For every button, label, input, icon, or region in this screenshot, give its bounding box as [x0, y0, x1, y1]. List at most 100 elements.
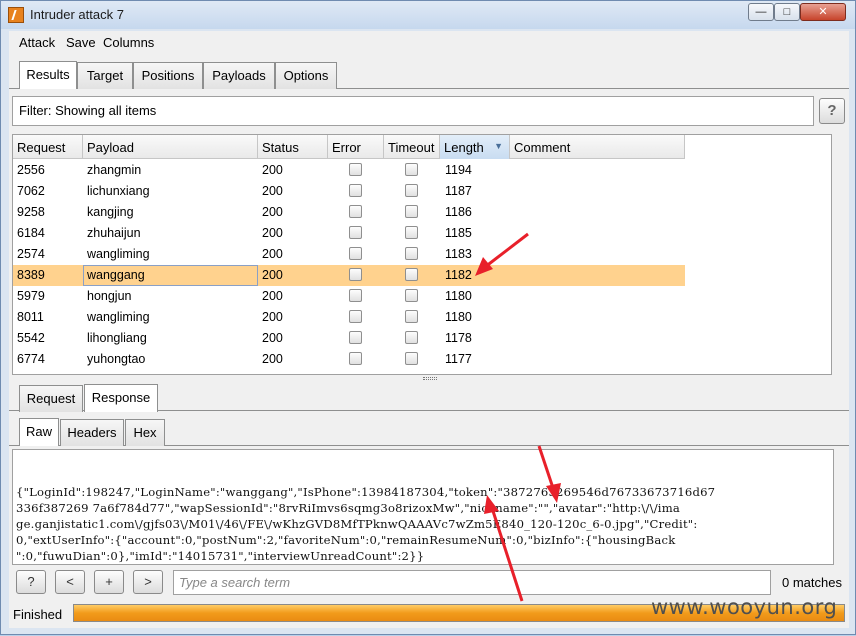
error-checkbox[interactable] [349, 289, 362, 302]
help-button[interactable]: ? [16, 570, 46, 594]
add-search-button[interactable]: + [94, 570, 124, 594]
filter-bar[interactable]: Filter: Showing all items [12, 96, 814, 126]
column-length[interactable]: Length ▼ [440, 135, 510, 159]
match-count: 0 matches [782, 575, 842, 590]
timeout-checkbox[interactable] [405, 268, 418, 281]
cell-payload: wangliming [87, 247, 150, 261]
error-checkbox[interactable] [349, 310, 362, 323]
cell-length: 1180 [445, 310, 472, 324]
response-line: ":0,"fuwuDian":0},"imId":"14015731","int… [16, 549, 425, 563]
table-row[interactable]: 2556 zhangmin 200 1194 [13, 160, 685, 181]
menu-columns[interactable]: Columns [103, 35, 154, 50]
title-bar[interactable]: Intruder attack 7 — □ ✕ [1, 1, 855, 29]
next-match-button[interactable]: > [133, 570, 163, 594]
tab-hex[interactable]: Hex [125, 419, 165, 446]
cell-status: 200 [262, 289, 283, 303]
timeout-checkbox[interactable] [405, 163, 418, 176]
table-row[interactable]: 8389 wanggang 200 1182 [13, 265, 685, 286]
column-status[interactable]: Status [258, 135, 328, 159]
cell-status: 200 [262, 163, 283, 177]
error-checkbox[interactable] [349, 184, 362, 197]
search-input[interactable]: Type a search term [173, 570, 771, 595]
timeout-checkbox[interactable] [405, 226, 418, 239]
timeout-checkbox[interactable] [405, 184, 418, 197]
cell-length: 1187 [445, 184, 472, 198]
response-line: 0,"extUserInfo":{"account":0,"postNum":2… [16, 533, 676, 547]
cell-request: 8389 [17, 268, 45, 282]
status-text: Finished [13, 607, 63, 622]
timeout-checkbox[interactable] [405, 247, 418, 260]
tab-raw[interactable]: Raw [19, 418, 59, 446]
timeout-checkbox[interactable] [405, 352, 418, 365]
cell-payload: lihongliang [87, 331, 147, 345]
response-line: ge.ganjistatic1.com\/gjfs03\/M01\/46\/FE… [16, 517, 698, 531]
cell-status: 200 [262, 310, 283, 324]
cell-status: 200 [262, 352, 283, 366]
cell-status: 200 [262, 331, 283, 345]
close-button[interactable]: ✕ [800, 3, 846, 21]
timeout-checkbox[interactable] [405, 205, 418, 218]
cell-length: 1186 [445, 205, 472, 219]
error-checkbox[interactable] [349, 247, 362, 260]
split-pane-divider[interactable] [423, 377, 437, 380]
tab-request[interactable]: Request [19, 385, 83, 412]
column-error[interactable]: Error [328, 135, 384, 159]
table-row[interactable]: 5979 hongjun 200 1180 [13, 286, 685, 307]
response-scrollbar[interactable]: ▲ ▼ [833, 450, 834, 564]
table-row[interactable]: 8011 wangliming 200 1180 [13, 307, 685, 328]
column-payload[interactable]: Payload [83, 135, 258, 159]
cell-length: 1182 [445, 268, 472, 282]
cell-payload: zhangmin [87, 163, 142, 177]
tab-response[interactable]: Response [84, 384, 158, 412]
timeout-checkbox[interactable] [405, 310, 418, 323]
table-row[interactable]: 9258 kangjing 200 1186 [13, 202, 685, 223]
response-body[interactable]: {"LoginId":198247,"LoginName":"wanggang"… [12, 449, 834, 565]
table-row[interactable]: 6774 yuhongtao 200 1177 [13, 349, 685, 370]
tab-headers[interactable]: Headers [60, 419, 124, 446]
cell-length: 1178 [445, 331, 472, 345]
error-checkbox[interactable] [349, 226, 362, 239]
cell-status: 200 [262, 184, 283, 198]
cell-request: 2574 [17, 247, 45, 261]
tab-positions[interactable]: Positions [133, 62, 203, 89]
table-row[interactable]: 2574 wangliming 200 1183 [13, 244, 685, 265]
menu-save[interactable]: Save [66, 35, 96, 50]
minimize-button[interactable]: — [748, 3, 774, 21]
timeout-checkbox[interactable] [405, 331, 418, 344]
table-row[interactable]: 6184 zhuhaijun 200 1185 [13, 223, 685, 244]
cell-payload: zhuhaijun [87, 226, 141, 240]
cell-payload: hongjun [87, 289, 132, 303]
cell-request: 8011 [17, 310, 44, 324]
sort-descending-icon: ▼ [494, 141, 503, 151]
cell-length: 1183 [445, 247, 472, 261]
window-title: Intruder attack 7 [30, 7, 124, 22]
intruder-window: Intruder attack 7 — □ ✕ Attack Save Colu… [0, 0, 856, 635]
timeout-checkbox[interactable] [405, 289, 418, 302]
maximize-button[interactable]: □ [774, 3, 800, 21]
cell-length: 1194 [445, 163, 472, 177]
tab-target[interactable]: Target [77, 62, 133, 89]
table-row[interactable]: 5542 lihongliang 200 1178 [13, 328, 685, 349]
previous-match-button[interactable]: < [55, 570, 85, 594]
menu-attack[interactable]: Attack [19, 35, 55, 50]
tab-results[interactable]: Results [19, 61, 77, 89]
error-checkbox[interactable] [349, 268, 362, 281]
error-checkbox[interactable] [349, 331, 362, 344]
column-request[interactable]: Request [13, 135, 83, 159]
column-comment[interactable]: Comment [510, 135, 685, 159]
column-timeout[interactable]: Timeout [384, 135, 440, 159]
table-scrollbar[interactable]: ▲ ▼ [831, 135, 832, 374]
tab-options[interactable]: Options [275, 62, 337, 89]
cell-payload: wanggang [83, 265, 258, 286]
error-checkbox[interactable] [349, 205, 362, 218]
cell-payload: lichunxiang [87, 184, 150, 198]
table-header: Request Payload Status Error Timeout Len… [13, 135, 685, 159]
error-checkbox[interactable] [349, 352, 362, 365]
error-checkbox[interactable] [349, 163, 362, 176]
menu-bar: Attack Save Columns [9, 31, 849, 55]
cell-request: 6184 [17, 226, 45, 240]
table-row[interactable]: 7062 lichunxiang 200 1187 [13, 181, 685, 202]
column-length-label: Length [444, 140, 484, 155]
tab-payloads[interactable]: Payloads [203, 62, 275, 89]
help-button[interactable]: ? [819, 98, 845, 124]
